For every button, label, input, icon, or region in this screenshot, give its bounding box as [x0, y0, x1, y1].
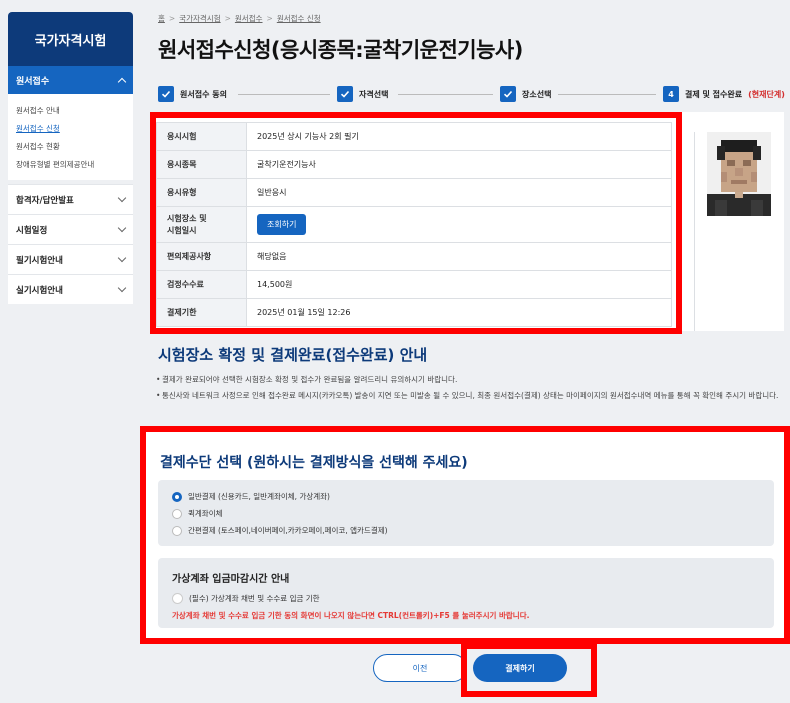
sidebar-item-practical-exam[interactable]: 실기시험안내: [8, 274, 133, 304]
highlight-box: [150, 112, 682, 334]
step-connector: [238, 94, 330, 95]
chevron-down-icon: [117, 253, 127, 263]
notice-item: 결제가 완료되어야 선택한 시험장소 확정 및 접수가 완료됨을 알려드리니 유…: [156, 374, 784, 386]
breadcrumb-separator: >: [266, 14, 273, 23]
current-step-label: (현재단계): [748, 89, 785, 99]
sidebar-item-application[interactable]: 원서접수: [8, 66, 133, 94]
breadcrumb-national-exam[interactable]: 국가자격시험: [179, 13, 220, 24]
sidebar: 국가자격시험 원서접수 원서접수 안내 원서접수 신청 원서접수 현황 장애유형…: [8, 12, 133, 304]
notice-title: 시험장소 확정 및 결제완료(접수완료) 안내: [158, 346, 428, 364]
submenu-item-guide[interactable]: 원서접수 안내: [16, 102, 125, 120]
sidebar-item-schedule[interactable]: 시험일정: [8, 214, 133, 244]
applicant-photo: [707, 132, 771, 216]
step-location: 장소선택: [500, 86, 551, 102]
chevron-down-icon: [117, 223, 127, 233]
sidebar-submenu: 원서접수 안내 원서접수 신청 원서접수 현황 장애유형별 편의제공안내: [8, 94, 133, 180]
submenu-item-status[interactable]: 원서접수 현황: [16, 138, 125, 156]
step-connector: [398, 94, 493, 95]
highlight-box: [140, 426, 790, 644]
step-payment: 4 결제 및 접수완료 (현재단계): [663, 86, 785, 102]
chevron-down-icon: [117, 283, 127, 293]
breadcrumb: 홈 > 국가자격시험 > 원서접수 > 원서접수 신청: [158, 13, 321, 24]
page-title: 원서접수신청(응시종목:굴착기운전기능사): [158, 38, 523, 62]
submenu-item-accessibility[interactable]: 장애유형별 편의제공안내: [16, 156, 125, 174]
breadcrumb-separator: >: [168, 14, 176, 23]
notice-item: 통신사와 네트워크 사정으로 인해 접수완료 메시지(카카오톡) 발송이 지연 …: [156, 390, 784, 402]
sidebar-title: 국가자격시험: [8, 12, 133, 66]
sidebar-menu: 합격자/답안발표 시험일정 필기시험안내 실기시험안내: [8, 184, 133, 304]
breadcrumb-application[interactable]: 원서접수: [235, 13, 263, 24]
photo-column: [694, 132, 784, 331]
sidebar-item-label: 원서접수: [16, 76, 50, 87]
check-icon: [158, 86, 174, 102]
submenu-item-apply[interactable]: 원서접수 신청: [16, 120, 125, 138]
prev-button[interactable]: 이전: [373, 654, 467, 682]
check-icon: [337, 86, 353, 102]
chevron-up-icon: [117, 77, 127, 86]
sidebar-item-results[interactable]: 합격자/답안발표: [8, 184, 133, 214]
notice-list: 결제가 완료되어야 선택한 시험장소 확정 및 접수가 완료됨을 알려드리니 유…: [156, 374, 784, 406]
breadcrumb-apply[interactable]: 원서접수 신청: [277, 13, 321, 24]
chevron-down-icon: [117, 193, 127, 203]
breadcrumb-home[interactable]: 홈: [158, 13, 165, 24]
breadcrumb-separator: >: [224, 14, 231, 23]
step-connector: [558, 94, 656, 95]
check-icon: [500, 86, 516, 102]
progress-steps: 원서접수 동의 자격선택 장소선택 4 결제 및 접수완료 (현재단계): [158, 86, 786, 106]
highlight-box: [461, 643, 597, 697]
step-qualification: 자격선택: [337, 86, 388, 102]
step-number: 4: [663, 86, 679, 102]
sidebar-item-written-exam[interactable]: 필기시험안내: [8, 244, 133, 274]
step-agreement: 원서접수 동의: [158, 86, 227, 102]
